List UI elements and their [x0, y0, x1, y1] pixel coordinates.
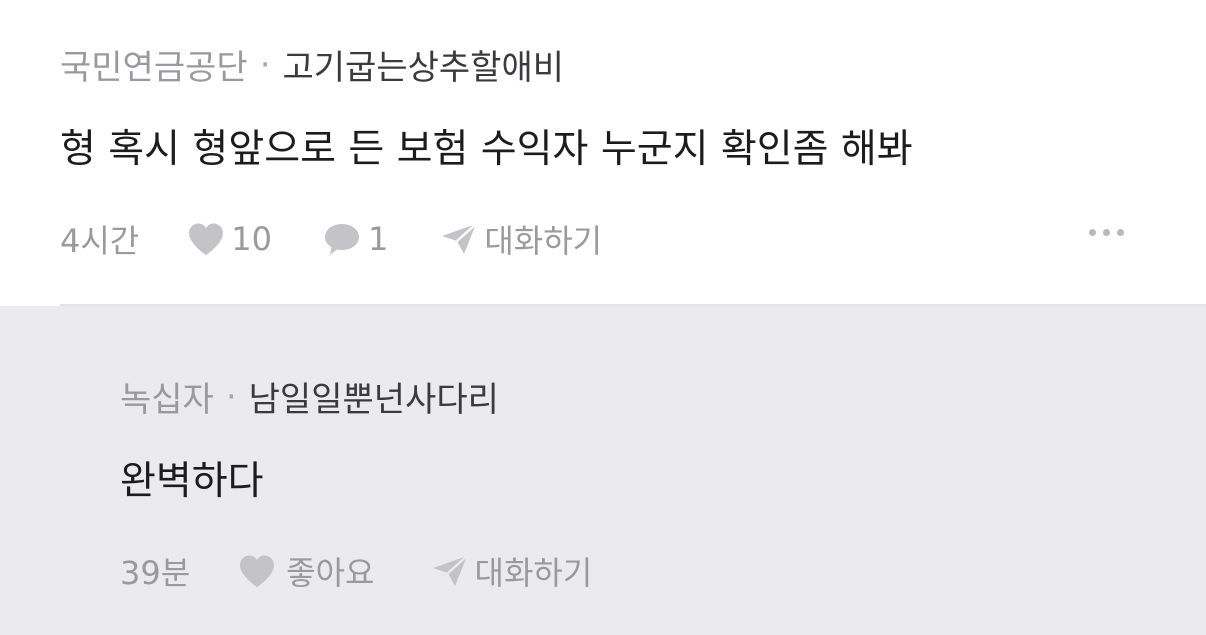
reply-button[interactable]: 1 — [322, 220, 388, 258]
chat-button[interactable]: 대화하기 — [440, 216, 602, 262]
chat-button[interactable]: 대화하기 — [431, 548, 593, 594]
meta-separator: · — [259, 44, 271, 85]
comment: 국민연금공단 · 고기굽는상추할애비 형 혹시 형앞으로 든 보험 수익자 누군… — [0, 0, 1206, 305]
paper-plane-icon — [432, 555, 468, 586]
like-button[interactable]: 좋아요 — [238, 548, 375, 594]
meta-separator: · — [225, 376, 237, 417]
heart-icon — [240, 555, 275, 587]
reply-body: 완벽하다 — [120, 459, 264, 504]
heart-icon — [189, 223, 224, 255]
comment-time: 4시간 — [60, 222, 140, 260]
chat-label: 대화하기 — [474, 554, 593, 592]
author-company[interactable]: 녹십자 — [120, 372, 214, 421]
reply-count: 1 — [367, 220, 389, 258]
more-dot — [1089, 229, 1096, 236]
comment-body: 형 혹시 형앞으로 든 보험 수익자 누군지 확인좀 해봐 — [60, 127, 913, 172]
like-count: 10 — [231, 220, 272, 258]
like-button[interactable]: 10 — [187, 220, 272, 258]
reply-time: 39분 — [120, 554, 191, 592]
paper-plane-icon — [442, 223, 478, 254]
reply-meta: 녹십자 · 남일일뿐넌사다리 — [120, 372, 499, 421]
author-company[interactable]: 국민연금공단 — [60, 40, 248, 89]
chat-label: 대화하기 — [484, 222, 603, 260]
reply-actions: 39분 좋아요 대화하기 — [120, 548, 592, 594]
comment-thread: 국민연금공단 · 고기굽는상추할애비 형 혹시 형앞으로 든 보험 수익자 누군… — [0, 0, 1206, 635]
comment-meta: 국민연금공단 · 고기굽는상추할애비 — [60, 40, 564, 89]
more-dot — [1103, 229, 1110, 236]
like-label: 좋아요 — [286, 554, 375, 592]
more-dots-icon[interactable] — [1089, 229, 1124, 236]
more-dot — [1117, 229, 1124, 236]
author-nickname[interactable]: 고기굽는상추할애비 — [283, 40, 565, 89]
comment-actions: 4시간 10 1 대화하기 — [60, 216, 602, 262]
speech-bubble-icon — [324, 224, 359, 255]
reply: 녹십자 · 남일일뿐넌사다리 완벽하다 39분 좋아요 대화하기 — [0, 306, 1206, 635]
author-nickname[interactable]: 남일일뿐넌사다리 — [249, 372, 499, 421]
